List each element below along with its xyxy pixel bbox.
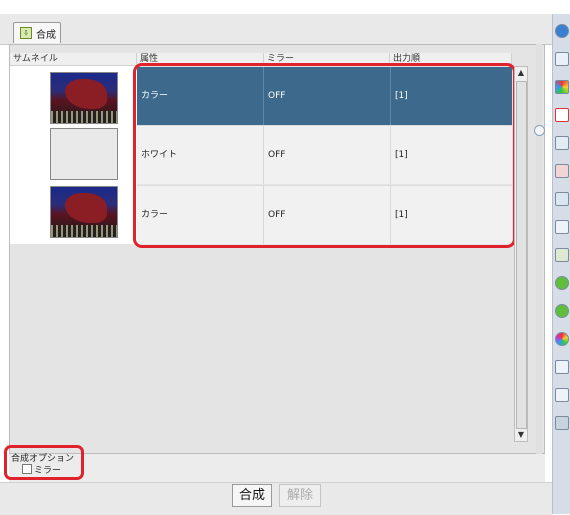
right-toolbar (552, 14, 570, 514)
green-up-icon[interactable] (555, 304, 569, 318)
vertical-scrollbar[interactable]: ▲ ▼ (514, 66, 528, 442)
panel-divider[interactable] (536, 44, 542, 454)
color-wheel-icon[interactable] (555, 332, 569, 346)
options-area (9, 454, 545, 482)
highlight-frame (4, 445, 84, 480)
thumbnail-column (10, 66, 137, 244)
color-circle-icon[interactable] (555, 80, 569, 94)
tab-strip (0, 14, 552, 45)
thumbnail-image[interactable] (50, 72, 118, 124)
top-band (0, 0, 552, 14)
tab-merge[interactable]: ⇩ 合成 (13, 22, 61, 43)
merge-button[interactable]: 合成 (232, 484, 272, 507)
splitter-handle[interactable] (534, 125, 545, 136)
star-layer-icon[interactable] (555, 248, 569, 262)
unmerge-button[interactable]: 解除 (279, 484, 321, 507)
image-window-icon[interactable] (555, 220, 569, 234)
edit-color-icon[interactable] (555, 164, 569, 178)
layer-add-icon[interactable] (555, 52, 569, 66)
column-header-thumbnail[interactable]: サムネイル (10, 53, 137, 65)
merge-icon: ⇩ (20, 27, 32, 39)
green-down-icon[interactable] (555, 276, 569, 290)
thumbnail-blank[interactable] (50, 128, 118, 180)
bottom-bar (0, 482, 552, 515)
scroll-thumb[interactable] (516, 81, 527, 429)
thumbnail-image[interactable] (50, 186, 118, 238)
edit-icon[interactable] (555, 136, 569, 150)
highlight-frame (133, 63, 516, 248)
info-icon[interactable] (555, 24, 569, 38)
duplicate-icon[interactable] (555, 388, 569, 402)
trash-icon[interactable] (555, 416, 569, 430)
scroll-up-button[interactable]: ▲ (515, 67, 527, 79)
edit-plus-icon[interactable] (555, 192, 569, 206)
tab-merge-label: 合成 (36, 29, 56, 41)
frame-icon[interactable] (555, 108, 569, 122)
scroll-down-button[interactable]: ▼ (515, 429, 527, 441)
copy-icon[interactable] (555, 360, 569, 374)
